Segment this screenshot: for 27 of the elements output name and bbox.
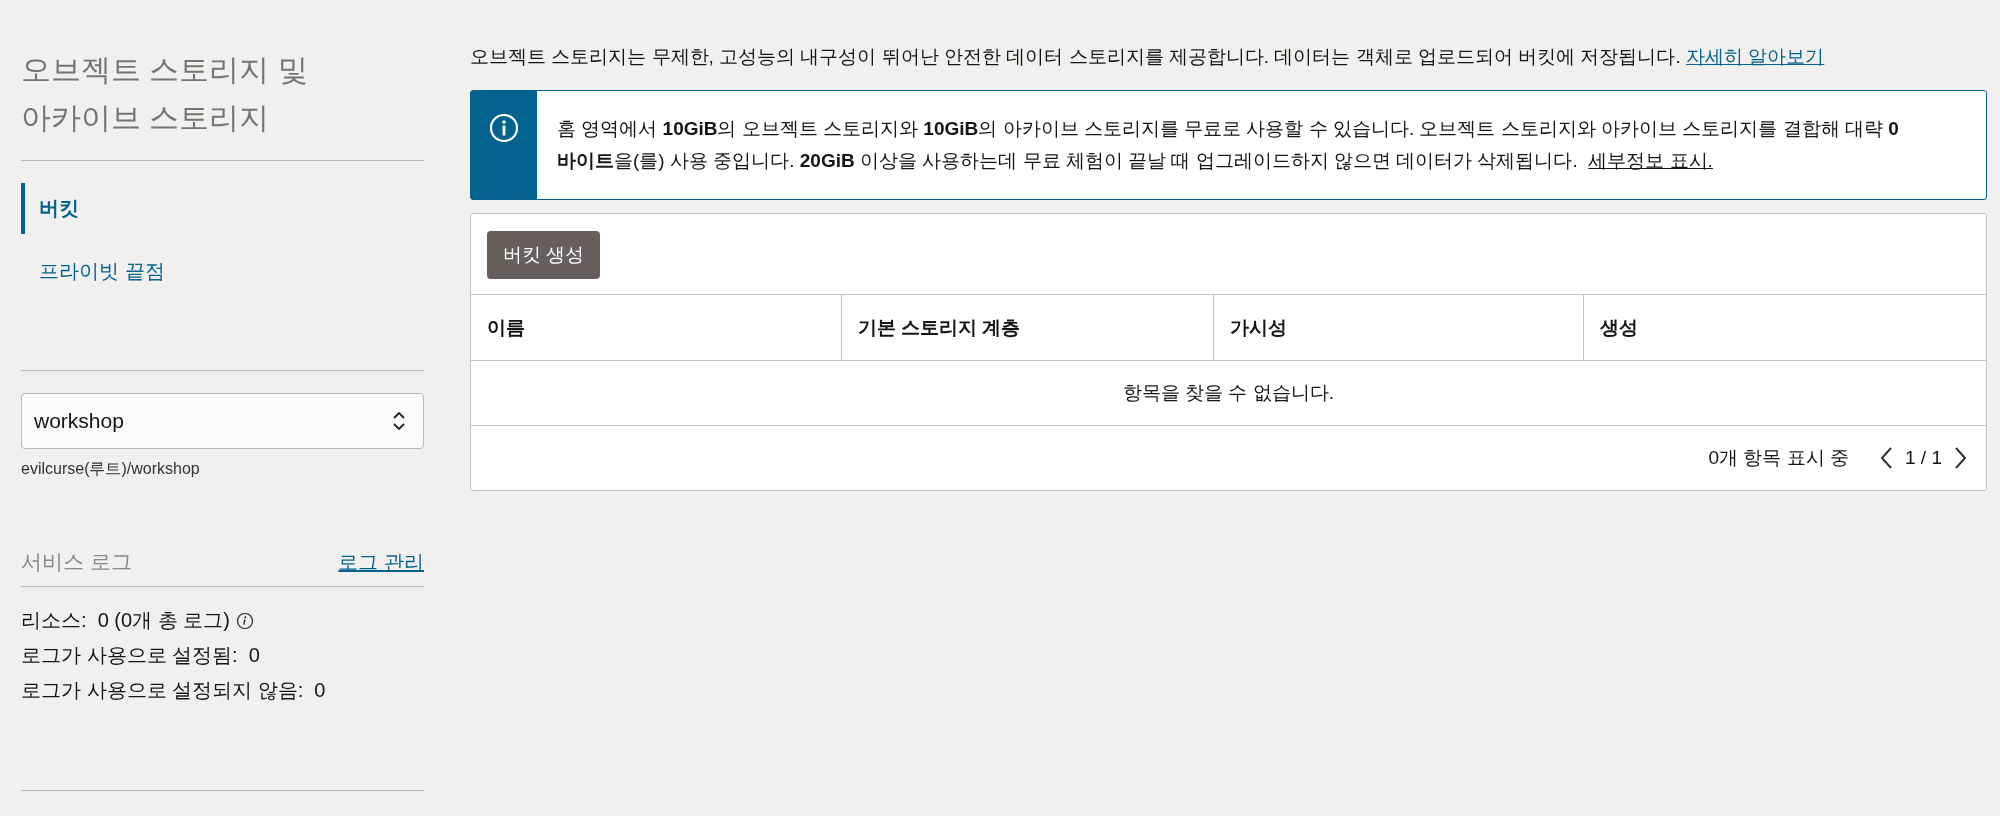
section-title: 서비스 로그 — [21, 549, 132, 575]
previous-page-icon[interactable] — [1879, 446, 1893, 470]
intro-text: 오브젝트 스토리지는 무제한, 고성능의 내구성이 뛰어난 안전한 데이터 스토리지를 제공합니다. 데이터는 객체로 업로드되어 버킷에 저장됩니다. 자세히 알아보기 — [470, 45, 1826, 69]
column-header[interactable]: 이름 — [471, 295, 841, 360]
empty-message: 항목을 찾을 수 없습니다. — [1122, 381, 1335, 405]
info-icon[interactable] — [235, 611, 254, 630]
item-count: 0개 항목 표시 중 — [1708, 446, 1849, 470]
sidebar-item[interactable]: 버킷 — [21, 183, 79, 234]
sort-icon — [391, 409, 407, 433]
column-header[interactable]: 기본 스토리지 계층 — [840, 295, 1213, 360]
column-header[interactable]: 가시성 — [1213, 295, 1583, 360]
notice-text: 홈 영역에서 10GiB의 오브젝트 스토리지와 10GiB의 아카이브 스토리지를 무료로 사용할 수 있습니다. 오브젝트 스토리지와 아카이브 스토리지를 결합해 대략 0 바이트을(를) 사용 중입니다. 20GiB 이상을 사용하는데 무료 체험이 끝날 때 업그레이드하지 않으면 데이터가 삭제됩니다. 세부정보 표시. — [556, 117, 1900, 173]
page-indicator: 1 / 1 — [1905, 447, 1942, 469]
compartment-path: evilcurse(루트)/workshop — [21, 459, 201, 479]
learn-more-link[interactable]: 자세히 알아보기 — [1686, 46, 1825, 67]
manage-logs-link[interactable]: 로그 관리 — [338, 549, 424, 576]
stat-text: 로그가 사용으로 설정되지 않음: 0 — [21, 678, 326, 703]
stat-text: 리소스: 0 (0개 총 로그) — [21, 608, 230, 633]
compartment-select[interactable]: workshop — [21, 393, 424, 449]
sidebar-item[interactable]: 프라이빗 끝점 — [21, 246, 165, 297]
page-title: 오브젝트 스토리지 및 아카이브 스토리지 — [21, 52, 309, 136]
info-icon — [489, 113, 519, 143]
column-header[interactable]: 생성 — [1582, 295, 1986, 360]
create-bucket-button[interactable]: 버킷 생성 — [487, 231, 601, 279]
next-page-icon[interactable] — [1954, 446, 1968, 470]
stat-text: 로그가 사용으로 설정됨: 0 — [21, 643, 260, 668]
details-link[interactable]: 세부정보 표시. — [1588, 150, 1713, 171]
